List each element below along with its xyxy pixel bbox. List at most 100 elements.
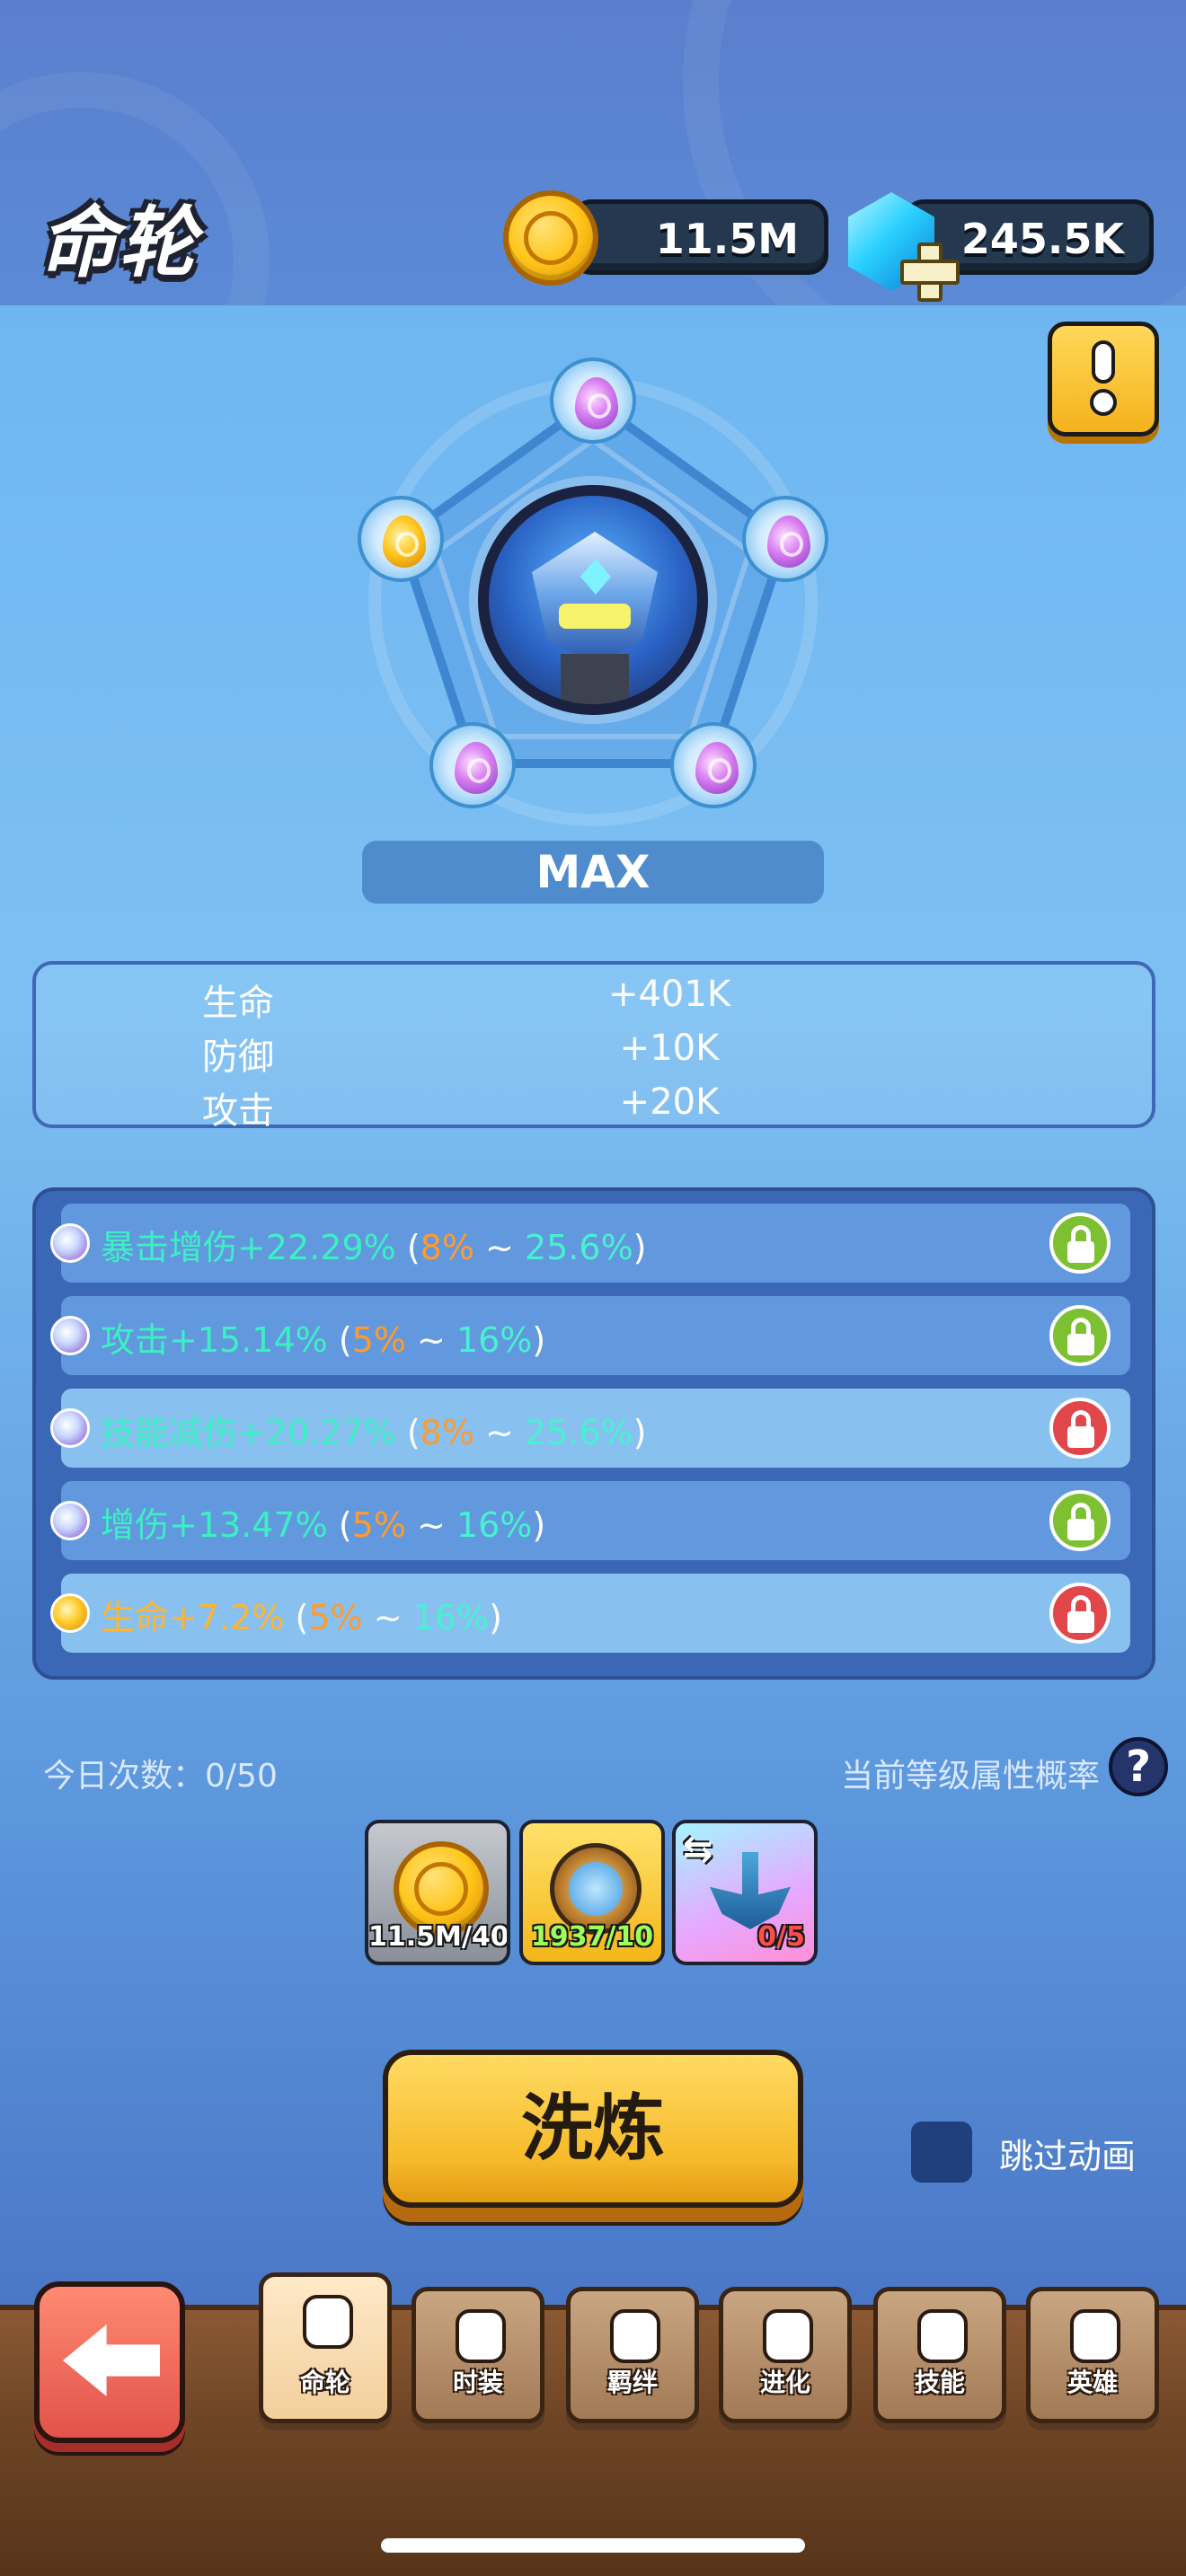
page-title: 命轮 [40,198,198,288]
hero-chin [561,654,629,704]
rune-slot-bottom-left[interactable] [429,722,516,808]
purple-orb-icon [50,1501,90,1540]
attribute-max: 16% [456,1320,533,1360]
tab-bond[interactable]: 羁绊 [566,2287,699,2423]
purple-rune-icon [575,377,618,429]
unlocked-lock-icon[interactable] [1049,1305,1111,1366]
rune-slot-top[interactable] [550,357,636,444]
lock-body [1067,1611,1094,1633]
tab-wheel[interactable]: 命轮 [259,2272,392,2423]
tab-label: 英雄 [1067,2368,1118,2397]
cost-item-anchor[interactable]: ⇆ 0/5 [672,1820,818,1965]
skip-animation-label: 跳过动画 [999,2137,1137,2176]
skip-animation-checkbox[interactable] [911,2122,972,2183]
locked-lock-icon[interactable] [1049,1398,1111,1459]
stat-row: 攻击 +20K [36,1078,1152,1132]
attribute-min: 5% [351,1505,406,1545]
locked-lock-icon[interactable] [1049,1583,1111,1644]
paren-open: ( [338,1320,352,1360]
lock-body [1067,1241,1094,1263]
stat-row: 防御 +10K [36,1024,1152,1078]
cost-count: 11.5M/40K [368,1921,509,1953]
probability-label[interactable]: 当前等级属性概率 [841,1750,1100,1796]
tab-heroes[interactable]: 英雄 [1026,2287,1159,2423]
back-button[interactable] [34,2281,185,2443]
attribute-text: 增伤+13.47% (5% ~ 16%) [101,1497,545,1547]
attributes-panel: 暴击增伤+22.29% (8% ~ 25.6%) 攻击+15.14% (5% ~… [32,1187,1155,1680]
paren-open: ( [406,1413,420,1452]
cost-item-compass[interactable]: 1937/10 [519,1820,665,1965]
range-sep: ~ [362,1598,413,1637]
attribute-text: 生命+7.2% (5% ~ 16%) [101,1590,502,1639]
tab-evolve[interactable]: 进化 [719,2287,852,2423]
cost-item-gold[interactable]: 11.5M/40K [365,1820,510,1965]
daily-count: 今日次数：0/50 [43,1758,278,1795]
rune-slot-bottom-right[interactable] [670,722,757,808]
purple-rune-icon [767,516,810,568]
rune-slot-left[interactable] [358,496,444,582]
attribute-value: 增伤+13.47% [101,1505,328,1545]
help-button[interactable]: ? [1109,1737,1168,1796]
stats-panel: 生命 +401K 防御 +10K 攻击 +20K [32,961,1155,1132]
attribute-max: 25.6% [524,1413,633,1452]
purple-rune-icon [695,742,739,794]
tab-label: 羁绊 [606,2368,658,2397]
home-indicator[interactable] [381,2538,805,2553]
attribute-min: 8% [420,1228,474,1267]
cost-count: 1937/10 [530,1921,654,1953]
paren-close: ) [532,1320,546,1360]
lock-body [1067,1519,1094,1540]
purple-orb-icon [50,1316,90,1355]
helmet-tab-icon [1070,2309,1120,2363]
hero-helmet [532,532,658,666]
attribute-row: 攻击+15.14% (5% ~ 16%) [50,1296,1130,1375]
attribute-min: 5% [308,1598,363,1637]
wheel-tab-icon [303,2295,353,2349]
attribute-text: 技能减伤+20.27% (8% ~ 25.6%) [101,1405,647,1454]
attribute-row: 暴击增伤+22.29% (8% ~ 25.6%) [50,1204,1130,1283]
paren-open: ( [338,1505,352,1545]
stat-name: 攻击 [202,1090,274,1132]
tab-label: 技能 [914,2368,965,2397]
star-tab-icon [763,2309,813,2363]
gold-amount: 11.5M [655,215,799,263]
skill-tab-icon [917,2309,968,2363]
paren-close: ) [532,1505,546,1545]
stat-name: 防御 [202,1037,274,1078]
purple-orb-icon [50,1408,90,1448]
swap-icon: ⇆ [683,1829,713,1870]
range-sep: ~ [474,1228,525,1267]
rune-slot-right[interactable] [742,496,828,582]
tab-skills[interactable]: 技能 [873,2287,1006,2423]
refine-button[interactable]: 洗炼 [383,2050,803,2208]
gold-counter[interactable]: 11.5M [571,199,828,275]
unlocked-lock-icon[interactable] [1049,1490,1111,1551]
add-gems-icon[interactable] [900,243,960,302]
stat-value: +10K [619,1028,720,1069]
lock-body [1067,1426,1094,1448]
gold-coin-icon [503,190,598,286]
attribute-row: 技能减伤+20.27% (8% ~ 25.6%) [50,1389,1130,1468]
range-sep: ~ [474,1413,525,1452]
anchor-icon [710,1852,791,1929]
back-arrow-icon [63,2325,160,2396]
range-sep: ~ [405,1320,456,1360]
hero-portrait [478,485,708,715]
unlocked-lock-icon[interactable] [1049,1213,1111,1274]
attribute-max: 16% [412,1598,490,1637]
stat-name: 生命 [202,983,274,1024]
attribute-min: 8% [420,1413,474,1452]
attribute-min: 5% [351,1320,406,1360]
paren-open: ( [406,1228,420,1267]
paren-close: ) [633,1228,647,1267]
attribute-text: 暴击增伤+22.29% (8% ~ 25.6%) [101,1220,647,1269]
tab-costume[interactable]: 时装 [412,2287,544,2423]
hero-visor [559,604,631,629]
stat-value: +20K [619,1081,720,1123]
stat-value: +401K [607,974,731,1015]
tab-label: 命轮 [299,2368,350,2397]
lock-body [1067,1334,1094,1355]
attribute-row: 生命+7.2% (5% ~ 16%) [50,1574,1130,1653]
gold-rune-icon [383,516,426,568]
info-button[interactable] [1048,322,1159,437]
